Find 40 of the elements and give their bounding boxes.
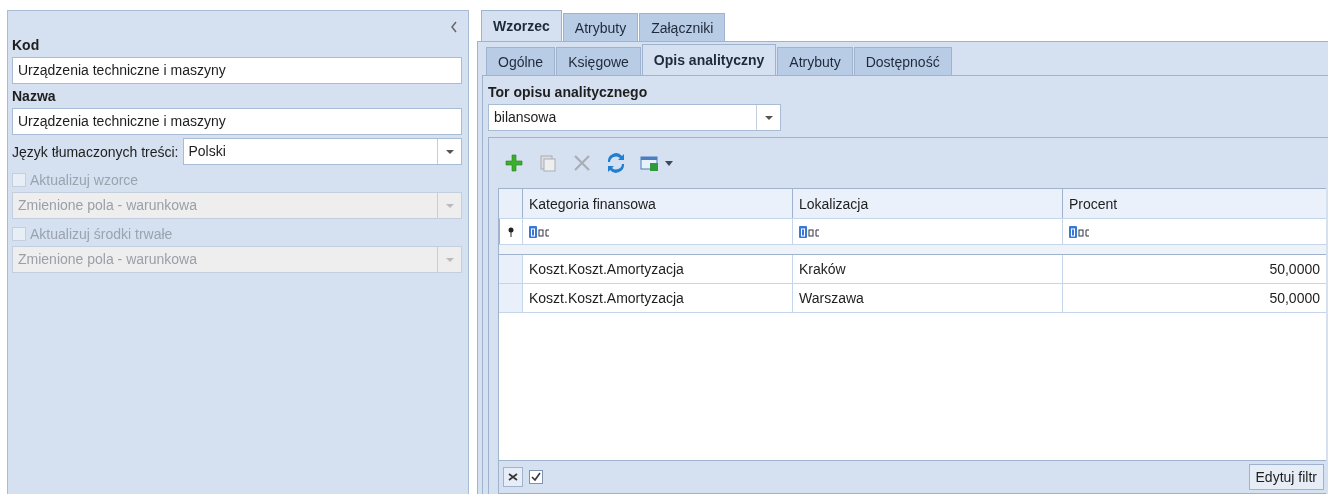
tab[interactable]: Atrybuty xyxy=(777,47,853,75)
refresh-icon[interactable] xyxy=(606,153,626,173)
field-label: Kod xyxy=(12,37,41,53)
tab[interactable]: Wzorzec xyxy=(481,10,562,41)
checkbox-label: Aktualizuj wzorce xyxy=(30,171,139,190)
tab[interactable]: Ogólne xyxy=(486,47,556,75)
caret-icon xyxy=(445,257,454,262)
dropdown[interactable]: Polski xyxy=(182,138,462,165)
column-header[interactable]: Kategoria finansowa xyxy=(522,189,792,218)
field-label: Nazwa xyxy=(12,88,57,104)
input-field[interactable]: Urządzenia techniczne i maszyny xyxy=(12,57,462,84)
collapse-icon[interactable] xyxy=(450,21,458,33)
tab[interactable]: Księgowe xyxy=(556,47,641,75)
table-cell: 50,0000 xyxy=(1062,255,1326,283)
tab[interactable]: Załączniki xyxy=(639,13,726,41)
table-cell: 50,0000 xyxy=(1062,284,1326,312)
column-header[interactable]: Lokalizacja xyxy=(792,189,1062,218)
table-cell: Warszawa xyxy=(792,284,1062,312)
input-field[interactable]: Urządzenia techniczne i maszyny xyxy=(12,108,462,135)
close-icon xyxy=(508,473,518,481)
tab[interactable]: Atrybuty xyxy=(562,13,639,41)
edit-filter-button[interactable]: Edytuj filtr xyxy=(1248,464,1324,490)
clear-filter-button[interactable] xyxy=(503,467,523,487)
column-header[interactable]: Procent xyxy=(1062,189,1326,218)
tab[interactable]: Opis analityczny xyxy=(641,44,777,75)
caret-icon xyxy=(764,115,773,120)
field-label: Język tłumaczonych treści: xyxy=(12,143,179,160)
add-icon[interactable] xyxy=(504,153,524,173)
table-cell: Koszt.Koszt.Amortyzacja xyxy=(522,255,792,283)
dropdown[interactable]: bilansowa xyxy=(488,104,781,131)
table-cell: Kraków xyxy=(792,255,1062,283)
caret-icon xyxy=(445,203,454,208)
tab[interactable]: Dostępność xyxy=(853,47,952,75)
checkbox-label: Aktualizuj środki trwałe xyxy=(30,225,173,244)
caret-icon xyxy=(445,149,454,154)
field-label: Tor opisu analitycznego xyxy=(488,84,649,100)
export-dropdown-icon[interactable] xyxy=(640,153,674,173)
checkbox[interactable] xyxy=(529,470,543,484)
pin-icon xyxy=(508,226,514,237)
table-cell: Koszt.Koszt.Amortyzacja xyxy=(522,284,792,312)
